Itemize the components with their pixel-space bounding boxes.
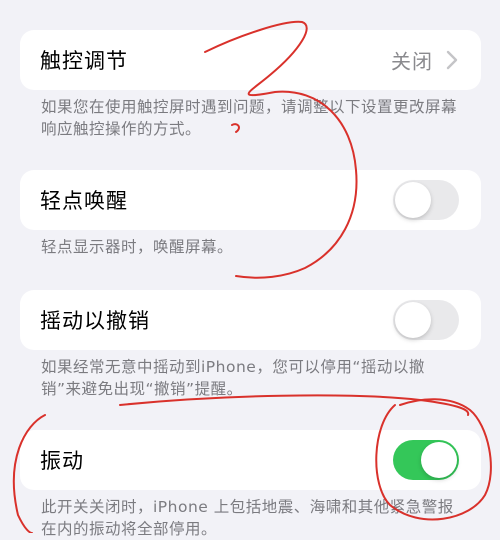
tap-to-wake-row: 轻点唤醒 [20,170,481,230]
vibration-toggle[interactable] [393,440,459,480]
tap-to-wake-label: 轻点唤醒 [40,189,128,213]
touch-accommodations-note: 如果您在使用触控屏时遇到问题，请调整以下设置更改屏幕响应触控操作的方式。 [41,98,458,138]
toggle-knob [395,182,431,218]
touch-accommodations-value: 关闭 [391,49,433,74]
vibration-label: 振动 [40,449,84,473]
tap-to-wake-toggle[interactable] [393,180,459,220]
shake-to-undo-note: 如果经常无意中摇动到iPhone，您可以停用“摇动以撤销”来避免出现“撤销”提醒… [41,358,425,398]
vibration-row: 振动 [20,430,481,490]
toggle-knob [421,442,457,478]
touch-accommodations-label: 触控调节 [40,49,128,73]
chevron-right-icon [446,50,458,70]
toggle-knob [395,302,431,338]
shake-to-undo-label: 摇动以撤销 [40,309,150,333]
shake-to-undo-toggle[interactable] [393,300,459,340]
touch-accommodations-row[interactable]: 触控调节 关闭 [20,30,481,90]
tap-to-wake-note: 轻点显示器时，唤醒屏幕。 [41,238,234,256]
vibration-note: 此开关关闭时，iPhone 上包括地震、海啸和其他紧急警报在内的振动将全部停用。 [41,498,454,538]
shake-to-undo-row: 摇动以撤销 [20,290,481,350]
